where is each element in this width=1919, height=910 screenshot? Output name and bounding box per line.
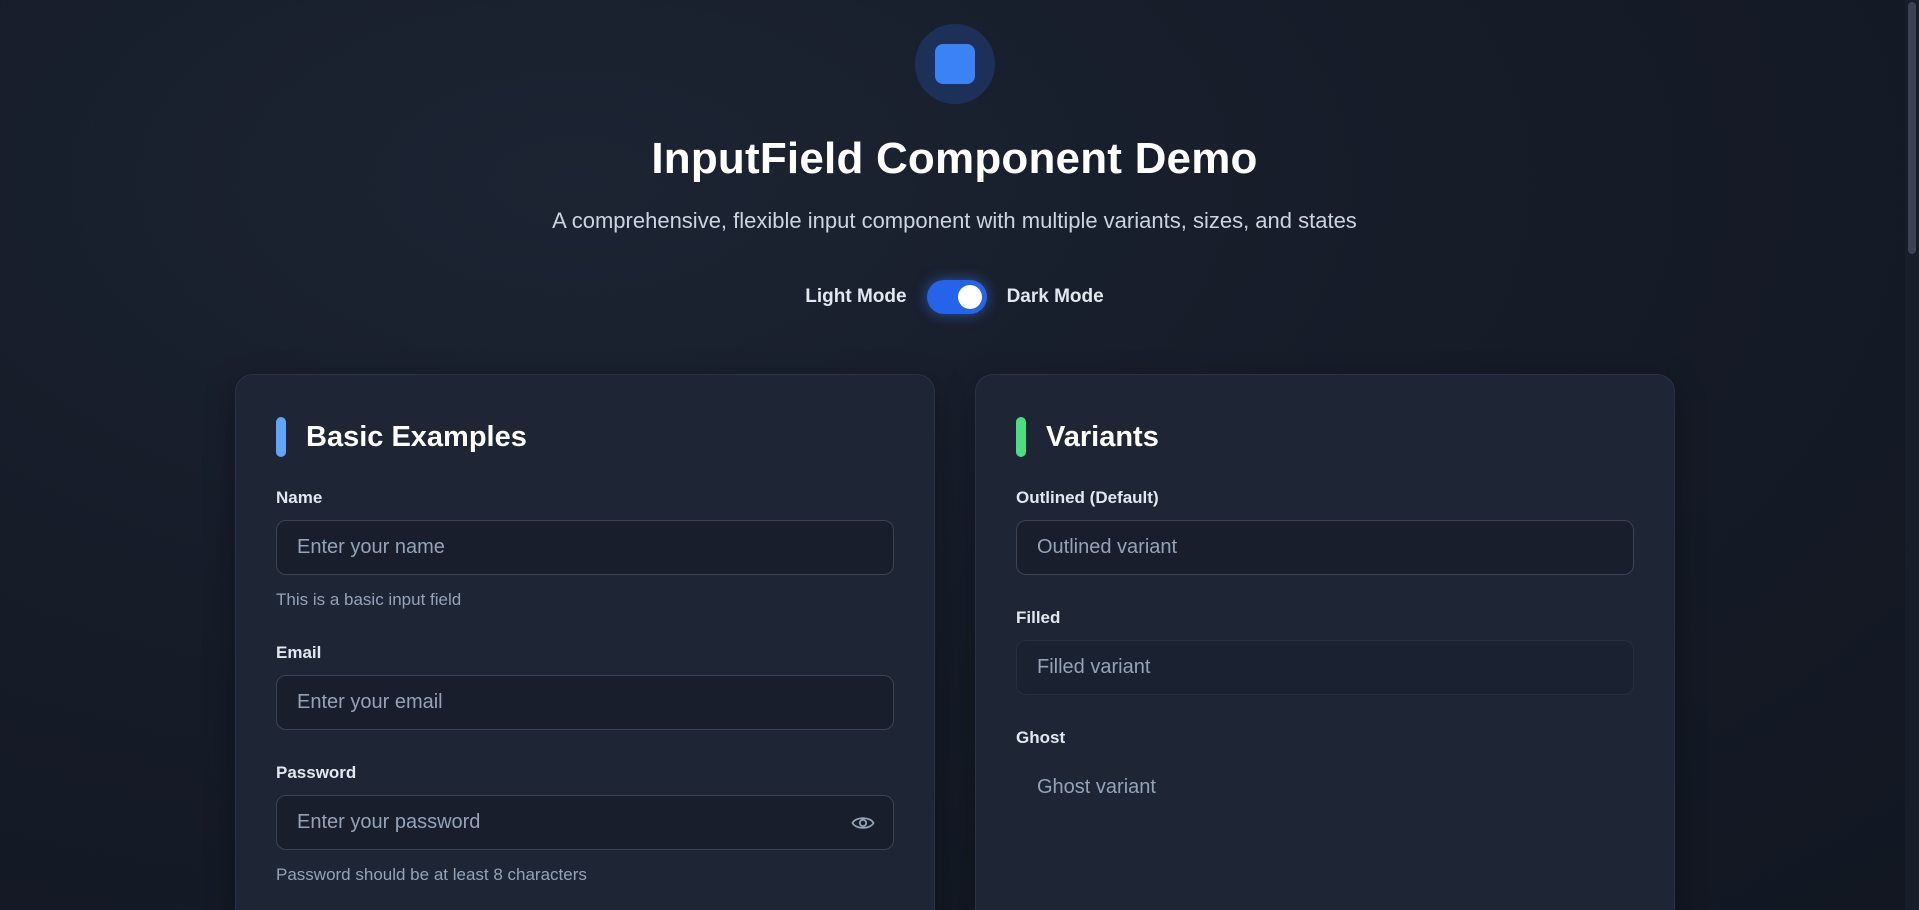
theme-toggle-switch[interactable] (926, 280, 987, 314)
card-title: Variants (1046, 420, 1159, 453)
page-subtitle: A comprehensive, flexible input componen… (552, 208, 1357, 233)
input-placeholder: Enter your password (297, 811, 481, 833)
name-input[interactable]: Enter your name (276, 520, 894, 575)
filled-variant-field: Filled Filled variant (1016, 608, 1634, 695)
scrollbar-thumb[interactable] (1908, 2, 1916, 254)
variants-card: Variants Outlined (Default) Outlined var… (975, 374, 1675, 910)
field-label: Name (276, 488, 323, 507)
card-header: Variants (1016, 417, 1159, 457)
input-placeholder: Filled variant (1037, 656, 1151, 678)
filled-variant-input[interactable]: Filled variant (1016, 640, 1634, 695)
field-label: Filled (1016, 608, 1061, 627)
input-placeholder: Ghost variant (1037, 776, 1156, 798)
field-label: Outlined (Default) (1016, 488, 1159, 507)
field-label: Email (276, 643, 322, 662)
outlined-variant-input[interactable]: Outlined variant (1016, 520, 1634, 575)
card-header: Basic Examples (276, 417, 527, 457)
name-field: Name Enter your name This is a basic inp… (276, 488, 894, 610)
card-title: Basic Examples (306, 420, 527, 453)
outlined-variant-field: Outlined (Default) Outlined variant (1016, 488, 1634, 575)
square-logo-icon (915, 24, 995, 104)
input-placeholder: Enter your name (297, 536, 445, 558)
field-label: Password (276, 763, 357, 782)
ghost-variant-input[interactable]: Ghost variant (1016, 760, 1634, 815)
basic-examples-card: Basic Examples Name Enter your name This… (235, 374, 935, 910)
eye-icon[interactable] (851, 812, 875, 834)
helper-text: Password should be at least 8 characters (276, 865, 587, 884)
email-input[interactable]: Enter your email (276, 675, 894, 730)
input-placeholder: Outlined variant (1037, 536, 1178, 558)
helper-text: This is a basic input field (276, 590, 462, 609)
light-mode-label: Light Mode (805, 286, 907, 307)
green-accent-bar (1016, 417, 1026, 457)
input-placeholder: Enter your email (297, 691, 443, 713)
email-field: Email Enter your email (276, 643, 894, 730)
password-input[interactable]: Enter your password (276, 795, 894, 850)
theme-toggle-row: Light Mode Dark Mode (0, 280, 1909, 314)
password-field: Password Enter your password Password sh… (276, 763, 894, 885)
ghost-variant-field: Ghost Ghost variant (1016, 728, 1634, 815)
field-label: Ghost (1016, 728, 1066, 747)
blue-accent-bar (276, 417, 286, 457)
logo-square (935, 44, 975, 84)
dark-mode-label: Dark Mode (1006, 286, 1104, 307)
toggle-knob (957, 285, 982, 309)
page-title: InputField Component Demo (651, 134, 1258, 183)
